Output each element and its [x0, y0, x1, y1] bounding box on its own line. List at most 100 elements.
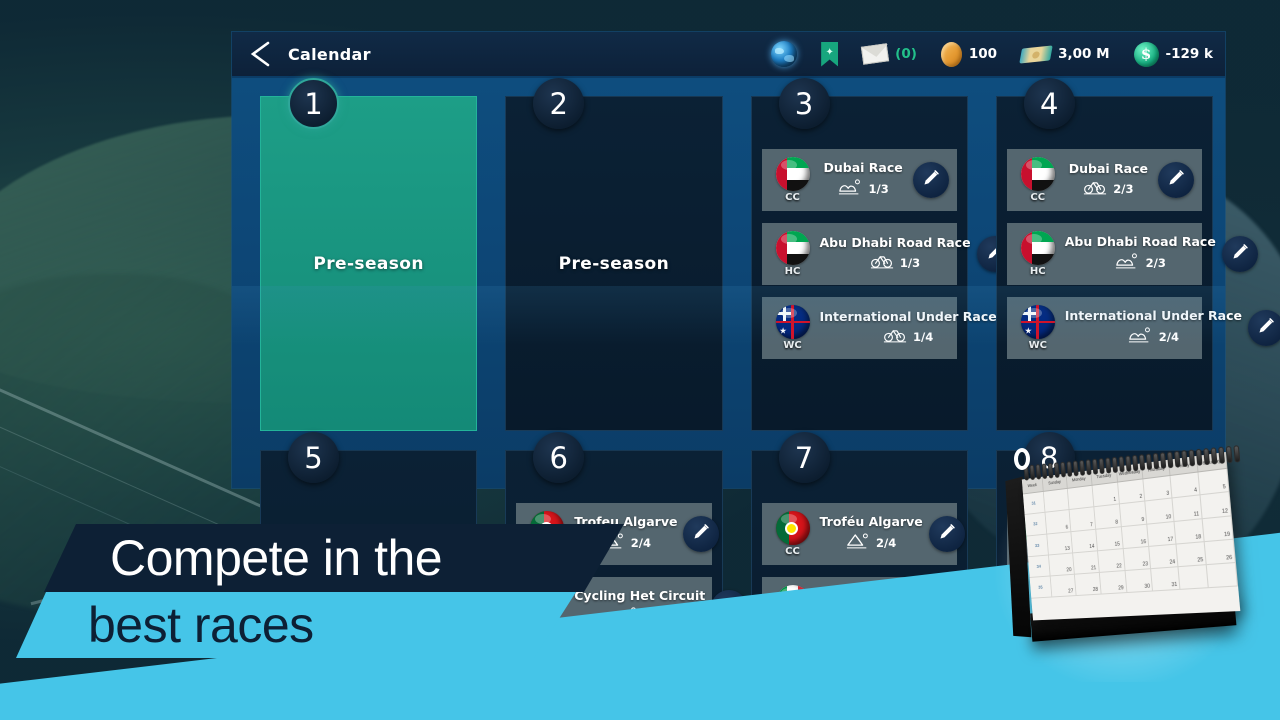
hills-icon: [1115, 253, 1137, 269]
race-category: CC: [1030, 192, 1046, 203]
week-number-badge[interactable]: 6: [533, 432, 585, 483]
race-row[interactable]: HC Abu Dhabi Road Race 2/3: [1006, 223, 1258, 285]
desk-calendar-day: 23: [1123, 546, 1152, 571]
race-meta: 2/4: [1128, 326, 1179, 348]
back-button[interactable]: [232, 31, 288, 77]
promo-banner: Compete in the best races: [0, 524, 680, 674]
week-card-preseason[interactable]: Pre-season: [505, 96, 723, 431]
edit-race-button[interactable]: [1158, 162, 1194, 198]
bicycle-icon: [870, 253, 894, 274]
hills-icon: [1128, 326, 1153, 348]
inbox-button[interactable]: (0): [850, 31, 929, 77]
desk-calendar-week-number: 32: [1024, 512, 1048, 536]
desk-calendar-day: 17: [1147, 521, 1177, 546]
pencil-icon: [691, 522, 711, 547]
race-category: HC: [1029, 266, 1046, 277]
week-column-1: Pre-season 1: [244, 78, 478, 441]
race-info: Dubai Race 1/3: [820, 160, 913, 200]
week-number-badge[interactable]: 1: [288, 78, 339, 129]
mail-count: (0): [895, 46, 917, 62]
dollar-badge-icon: $: [1133, 41, 1159, 67]
calendar-panel: Calendar ✦ (0) 100 3,00 M $ -129 k Pre-s…: [232, 32, 1280, 720]
race-category: WC: [1028, 340, 1047, 351]
top-bar: Calendar ✦ (0) 100 3,00 M $ -129 k: [232, 32, 1225, 78]
edit-race-button[interactable]: [683, 516, 720, 552]
points-indicator[interactable]: 100: [929, 31, 1009, 77]
budget-indicator[interactable]: 3,00 M: [1009, 31, 1121, 77]
desk-calendar-day: 20: [1048, 553, 1075, 576]
hills-icon: [838, 179, 860, 195]
hills-icon: [838, 178, 863, 200]
race-stage: 1/3: [868, 182, 889, 196]
race-flag-group: CC: [1011, 157, 1065, 203]
flag-icon-uae: [775, 157, 810, 191]
race-name: International Under Race: [1064, 308, 1243, 323]
bicycle-icon: [1084, 181, 1107, 194]
week-number-badge[interactable]: 5: [288, 432, 339, 483]
balance-indicator[interactable]: $ -129 k: [1122, 31, 1225, 77]
flag-icon-uae: [1020, 157, 1055, 191]
pencil-icon: [1259, 317, 1274, 332]
race-row[interactable]: HC Abu Dhabi Road Race 1/3: [761, 223, 1013, 285]
flag-icon-uae: [775, 231, 810, 265]
race-info: Abu Dhabi Road Race 2/3: [1065, 234, 1222, 274]
desk-calendar-day: 28: [1074, 573, 1102, 596]
race-flag-group: CC: [766, 511, 820, 557]
desk-calendar-week-number: 34: [1028, 555, 1051, 578]
race-row[interactable]: WC International Under Race 2/4: [1006, 297, 1280, 359]
banknote-value: 3,00 M: [1058, 46, 1110, 62]
race-info: Troféu Algarve 2/4: [820, 514, 929, 554]
race-stage: 2/4: [1158, 330, 1179, 344]
race-name: Abu Dhabi Road Race: [1064, 234, 1216, 249]
pencil-icon: [921, 168, 941, 193]
desk-calendar-day: [1067, 485, 1095, 510]
race-flag-group: WC: [1011, 305, 1065, 351]
world-map-button[interactable]: [759, 31, 809, 77]
envelope-icon: [861, 43, 890, 65]
week-column-4: CC Dubai Race 2/3 HC Abu Dhabi Road Race 2/3 W…: [980, 78, 1280, 441]
race-stage: 1/3: [899, 256, 921, 270]
objectives-button[interactable]: ✦: [809, 31, 850, 77]
week-card-preseason[interactable]: Pre-season: [260, 96, 478, 431]
flag-icon-uae: [1020, 231, 1055, 265]
race-row[interactable]: CC Dubai Race 1/3: [761, 149, 957, 211]
desk-calendar-day: 27: [1050, 574, 1077, 597]
race-row[interactable]: CC Troféu Algarve 2/4: [761, 503, 965, 565]
edit-race-button[interactable]: [928, 516, 965, 552]
pencil-icon: [940, 523, 955, 538]
desk-calendar-day: 7: [1069, 507, 1096, 531]
balance-value: -129 k: [1165, 46, 1213, 62]
race-stage: 2/4: [876, 536, 897, 550]
week-number-badge[interactable]: 4: [1023, 78, 1075, 129]
flag-icon-australia: [1020, 305, 1055, 339]
desk-calendar-day: 29: [1099, 571, 1127, 595]
race-info: Dubai Race 2/3: [1065, 161, 1158, 200]
flag-icon-australia: [775, 305, 810, 339]
race-name: Abu Dhabi Road Race: [819, 234, 971, 250]
edit-race-button[interactable]: [912, 162, 949, 198]
pencil-icon: [1256, 316, 1276, 341]
edit-race-button[interactable]: [1221, 236, 1258, 272]
race-meta: 2/3: [1115, 252, 1166, 274]
race-row[interactable]: WC International Under Race 1/4: [761, 297, 1039, 359]
flag-icon-portugal: [775, 511, 810, 545]
week-number-badge[interactable]: 2: [533, 78, 585, 129]
promo-line-1: Compete in the: [44, 524, 624, 592]
preseason-label: Pre-season: [313, 253, 424, 274]
desk-calendar-week-number: 31: [1022, 491, 1046, 515]
mountain-icon: [846, 533, 868, 549]
desk-calendar-day: [1178, 565, 1209, 590]
race-category: WC: [783, 340, 802, 351]
race-name: International Under Race: [819, 308, 997, 324]
week-number-badge[interactable]: 7: [778, 432, 830, 483]
desk-calendar-day: 22: [1097, 548, 1126, 573]
race-stage: 1/4: [913, 330, 934, 344]
edit-race-button[interactable]: [1248, 310, 1280, 346]
race-name: Dubai Race: [823, 160, 903, 175]
bicycle-icon: [883, 329, 907, 342]
race-row[interactable]: CC Dubai Race 2/3: [1006, 149, 1202, 211]
desk-calendar-day: 16: [1121, 524, 1150, 548]
coin-icon: [940, 41, 962, 67]
week-number-badge[interactable]: 3: [778, 78, 830, 129]
pencil-icon: [937, 522, 957, 547]
